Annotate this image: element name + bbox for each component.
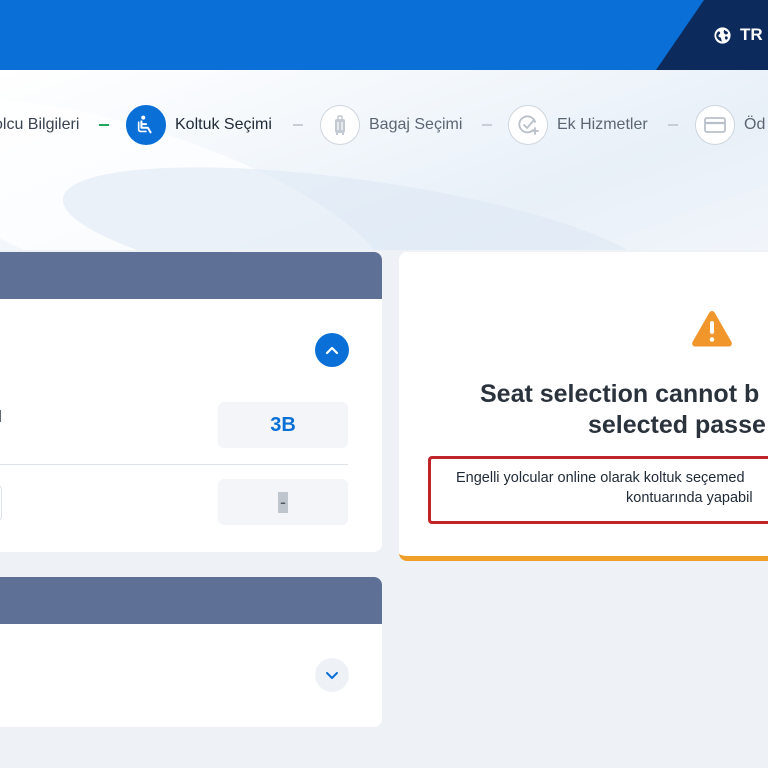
booking-stepper: olcu Bilgileri Koltuk Seçimi Bagaj Seçim…	[0, 105, 768, 145]
seat-icon	[126, 105, 166, 145]
payment-card-icon	[695, 105, 735, 145]
step-label: Öd	[744, 116, 766, 133]
seat-placeholder: -	[278, 491, 288, 513]
warning-triangle-icon	[690, 309, 734, 354]
warning-message-line1: Engelli yolcular online olarak koltuk se…	[456, 470, 745, 486]
step-label: Koltuk Seçimi	[175, 116, 272, 133]
warning-message-line2: kontuarında yapabil	[626, 490, 753, 506]
luggage-icon	[320, 105, 360, 145]
step-separator	[293, 124, 303, 126]
step-separator	[482, 124, 492, 126]
step-seat-selection[interactable]: Koltuk Seçimi	[126, 105, 272, 145]
collapsed-card	[0, 577, 382, 727]
step-separator	[99, 124, 109, 126]
card-header	[0, 577, 382, 624]
seat-selection-card: u 3B -	[0, 252, 382, 552]
stepper-band	[0, 70, 768, 250]
language-selector[interactable]: TR	[713, 22, 763, 48]
chevron-up-icon	[325, 346, 339, 355]
collapse-button[interactable]	[315, 333, 349, 367]
warning-title-line1: Seat selection cannot b	[480, 380, 760, 408]
expand-button[interactable]	[315, 658, 349, 692]
card-header	[0, 252, 382, 299]
add-service-icon	[508, 105, 548, 145]
passenger-field	[0, 484, 2, 522]
step-baggage-selection[interactable]: Bagaj Seçimi	[320, 105, 462, 145]
seat-warning-panel: Seat selection cannot b selected passe E…	[399, 252, 768, 561]
top-header-bar	[0, 0, 768, 70]
globe-icon	[713, 26, 732, 45]
step-passenger-info[interactable]: olcu Bilgileri	[0, 105, 79, 145]
passenger-name: u	[0, 402, 2, 428]
step-label: Bagaj Seçimi	[369, 116, 463, 133]
seat-value-empty[interactable]: -	[218, 479, 348, 525]
warning-message: Engelli yolcular online olarak koltuk se…	[428, 456, 768, 524]
step-label: olcu Bilgileri	[0, 116, 80, 133]
row-divider	[0, 464, 348, 465]
seat-value[interactable]: 3B	[218, 402, 348, 448]
chevron-down-icon	[326, 672, 338, 679]
step-payment[interactable]: Öd	[695, 105, 765, 145]
step-extra-services[interactable]: Ek Hizmetler	[508, 105, 648, 145]
step-separator	[668, 124, 678, 126]
warning-title-line2: selected passe	[588, 411, 766, 439]
language-label: TR	[740, 25, 763, 44]
step-label: Ek Hizmetler	[557, 116, 648, 133]
